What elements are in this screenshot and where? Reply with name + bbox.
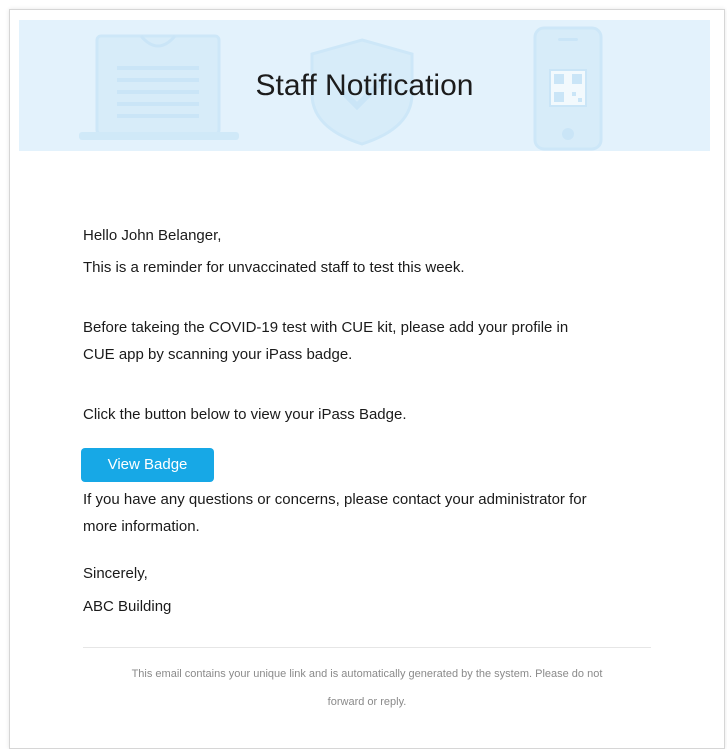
reminder-text: This is a reminder for unvaccinated staf… [83,259,465,276]
view-badge-button[interactable]: View Badge [81,448,214,482]
banner-title: Staff Notification [255,69,474,102]
footer-line-2: forward or reply. [327,696,407,708]
closing-text: Sincerely, [83,565,148,582]
instruction-line-1: Before takeing the COVID-19 test with CU… [83,319,569,336]
footer-line-1: This email contains your unique link and… [131,668,603,680]
contact-line-2: more information. [83,518,200,535]
signature-text: ABC Building [83,598,172,615]
footer-notice: This email contains your unique link and… [83,660,651,716]
greeting-text: Hello John Belanger, [83,227,222,244]
button-prompt-text: Click the button below to view your iPas… [83,406,407,423]
footer-divider [83,647,651,648]
instruction-line-2: CUE app by scanning your iPass badge. [83,346,353,363]
header-banner: Staff Notification [19,20,710,151]
contact-line-1: If you have any questions or concerns, p… [83,491,587,508]
